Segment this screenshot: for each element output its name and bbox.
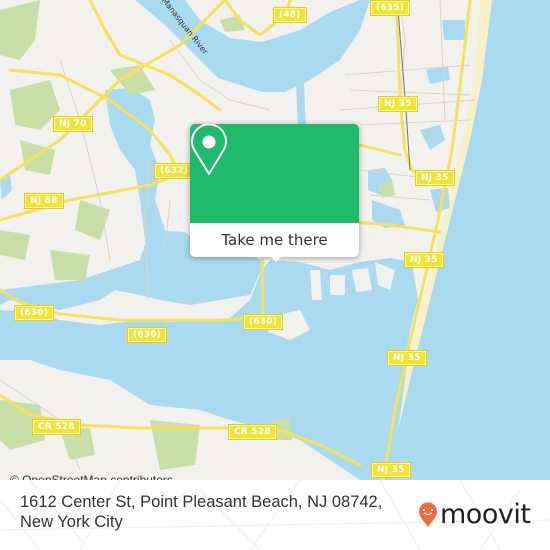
moovit-logo-text: moovit: [440, 499, 531, 530]
road-shield-cr528: CR 528: [229, 425, 276, 439]
location-popup: Take me there: [190, 124, 359, 262]
footer: 1612 Center St, Point Pleasant Beach, NJ…: [0, 480, 550, 550]
road-shield-cr630: (630): [15, 306, 54, 320]
map-view[interactable]: Manasquan River (48) (635) NJ 70 (632) N…: [0, 0, 550, 480]
address: 1612 Center St, Point Pleasant Beach, NJ…: [20, 492, 400, 532]
take-me-there-button[interactable]: Take me there: [190, 223, 359, 257]
road-shield-cr630: (630): [128, 328, 167, 342]
moovit-logo[interactable]: moovit: [418, 498, 531, 532]
road-shield-nj35: NJ 35: [388, 351, 426, 365]
road-shield-cr528: CR 528: [33, 420, 80, 434]
road-shield-cr635: (635): [371, 1, 410, 15]
road-shield-nj35: NJ 35: [372, 463, 410, 477]
popup-pointer: [269, 255, 283, 262]
address-line2: New York City: [20, 513, 123, 531]
map-pin-icon: [191, 124, 227, 175]
popup-header: [190, 124, 359, 223]
road-shield-nj35: NJ 35: [379, 97, 417, 111]
moovit-pin-icon: [419, 502, 437, 527]
road-shield-nj70: NJ 70: [54, 117, 92, 131]
road-shield-cr48: (48): [274, 8, 306, 22]
map-attribution[interactable]: © OpenStreetMap contributors: [0, 470, 181, 480]
pond-ne: [426, 20, 465, 84]
road-shield-nj35: NJ 35: [416, 171, 454, 185]
road-shield-nj35: NJ 35: [405, 253, 443, 267]
address-line1: 1612 Center St, Point Pleasant Beach, NJ…: [20, 493, 383, 511]
road-shield-nj88: NJ 88: [25, 194, 63, 208]
road-shield-cr630: (630): [244, 315, 283, 329]
road-shield-cr632: (632): [155, 164, 194, 178]
river-inlet: [296, 80, 306, 130]
ocean: [385, 0, 550, 480]
